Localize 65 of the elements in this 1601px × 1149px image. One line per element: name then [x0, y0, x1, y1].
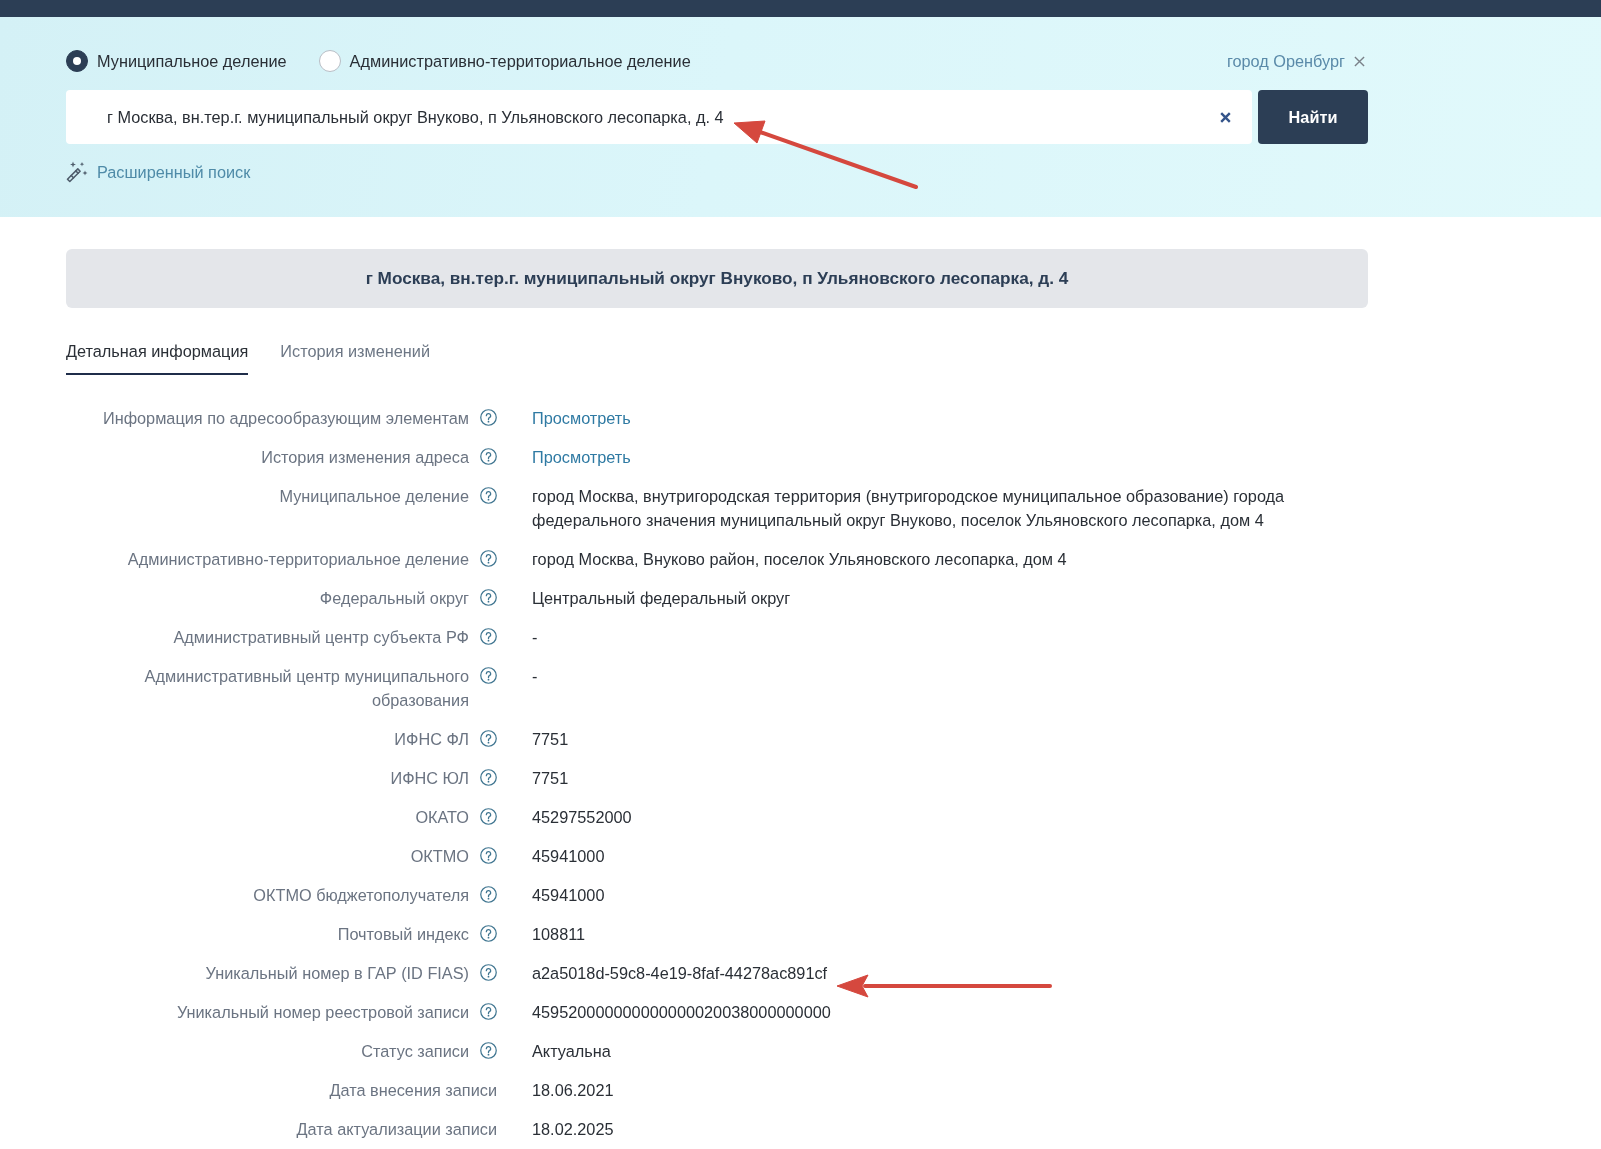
address-heading: г Москва, вн.тер.г. муниципальный округ Внуково, п Ульяновского лесопарка, д. 4	[66, 249, 1368, 308]
field-label: Муниципальное деление	[279, 486, 469, 507]
tab[interactable]: История изменений	[280, 341, 431, 375]
field-label: Уникальный номер в ГАР (ID FIAS)	[205, 963, 469, 984]
view-link[interactable]: Просмотреть	[532, 445, 631, 469]
field-label: ИФНС ФЛ	[394, 729, 469, 750]
field-value: 45297552000	[532, 807, 632, 828]
field-label: Федеральный округ	[319, 588, 469, 609]
radio-button[interactable]	[66, 50, 88, 72]
field-value: Центральный федеральный округ	[532, 588, 791, 609]
field-label: ОКТМО	[410, 846, 469, 867]
field-label: История изменения адреса	[261, 447, 469, 468]
view-link[interactable]: Просмотреть	[532, 406, 631, 430]
field-label: Административно-территориальное деление	[127, 549, 469, 570]
field-value: 7751	[532, 729, 569, 750]
field-value: 108811	[532, 924, 586, 945]
search-field[interactable]: г Москва, вн.тер.г. муниципальный округ Внуково, п Ульяновского лесопарка, д. 4	[66, 90, 1252, 144]
field-label: Уникальный номер реестровой записи	[176, 1002, 469, 1023]
field-value: 18.06.2021	[532, 1080, 614, 1101]
help-icon[interactable]	[480, 487, 497, 504]
field-value: город Москва, внутригородская территория (внутригородское муниципальное образование) города федерального значения муниципальный округ Внуково, поселок Ульяновского лесопарка, дом 4	[532, 486, 1286, 531]
field-label: ИФНС ЮЛ	[390, 768, 469, 789]
help-icon[interactable]	[480, 730, 497, 747]
help-icon[interactable]	[480, 409, 497, 426]
field-value: -	[532, 627, 538, 648]
help-icon[interactable]	[480, 448, 497, 465]
field-label: Информация по адресообразующим элементам	[102, 408, 469, 429]
field-label: ОКТМО бюджетополучателя	[253, 885, 469, 906]
field-value: 18.02.2025	[532, 1119, 614, 1140]
field-value: Актуальна	[532, 1041, 611, 1062]
field-value: a2a5018d-59c8-4e19-8faf-44278ac891cf	[532, 963, 828, 984]
help-icon[interactable]	[480, 769, 497, 786]
field-label: Дата внесения записи	[329, 1080, 497, 1101]
field-label: Административный центр субъекта РФ	[173, 627, 469, 648]
region-filter: город Оренбург	[1226, 51, 1345, 71]
field-value: 45941000	[532, 885, 605, 906]
field-label: Дата актуализации записи	[296, 1119, 497, 1140]
help-icon[interactable]	[480, 550, 497, 567]
field-value: 459520000000000000020038000000000	[532, 1002, 831, 1023]
help-icon[interactable]	[480, 1003, 497, 1020]
magic-wand-icon	[66, 161, 88, 183]
clear-icon[interactable]	[1220, 112, 1231, 123]
field-label: Административный центр муниципального образования	[143, 666, 469, 711]
field-value: -	[532, 666, 538, 687]
field-label: Статус записи	[361, 1041, 469, 1062]
field-value: 45941000	[532, 846, 605, 867]
help-icon[interactable]	[480, 925, 497, 942]
field-value: город Москва, Внуково район, поселок Ульяновского лесопарка, дом 4	[532, 549, 1067, 570]
close-icon[interactable]	[1354, 55, 1365, 67]
search-button[interactable]: Найти	[1258, 90, 1368, 144]
help-icon[interactable]	[480, 808, 497, 825]
field-value: 7751	[532, 768, 569, 789]
help-icon[interactable]	[480, 589, 497, 606]
radio-label[interactable]: Административно-территориальное деление	[349, 51, 691, 71]
help-icon[interactable]	[480, 667, 497, 684]
help-icon[interactable]	[480, 1042, 497, 1059]
tab[interactable]: Детальная информация	[66, 341, 249, 375]
help-icon[interactable]	[480, 847, 497, 864]
field-label: Почтовый индекс	[337, 924, 469, 945]
radio-label[interactable]: Муниципальное деление	[97, 51, 287, 71]
field-label: ОКАТО	[415, 807, 469, 828]
help-icon[interactable]	[480, 886, 497, 903]
radio-button[interactable]	[318, 50, 341, 72]
help-icon[interactable]	[480, 628, 497, 645]
help-icon[interactable]	[480, 964, 497, 981]
